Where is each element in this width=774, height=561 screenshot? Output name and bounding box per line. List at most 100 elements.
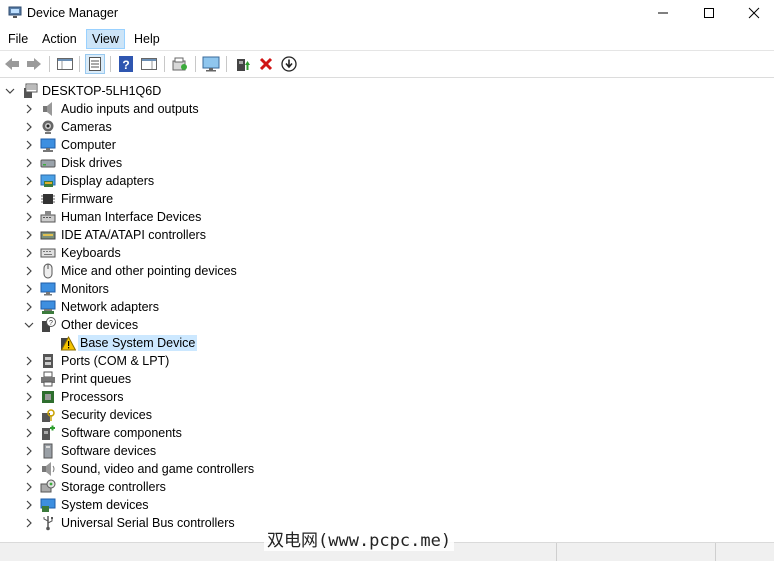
menu-bar: File Action View Help bbox=[0, 27, 774, 51]
device-list-icon[interactable] bbox=[85, 54, 105, 74]
hid-icon bbox=[40, 209, 56, 225]
computer-root-icon bbox=[22, 83, 38, 99]
download-icon[interactable] bbox=[279, 54, 299, 74]
chevron-right-icon[interactable] bbox=[23, 193, 35, 205]
toolbar: ? bbox=[0, 51, 774, 78]
window-title: Device Manager bbox=[27, 6, 119, 20]
tree-category[interactable]: Monitors bbox=[0, 280, 774, 298]
minimize-button[interactable] bbox=[640, 0, 686, 26]
menu-help[interactable]: Help bbox=[129, 30, 165, 48]
chevron-right-icon[interactable] bbox=[23, 283, 35, 295]
tree-category[interactable]: Storage controllers bbox=[0, 478, 774, 496]
monitor-icon bbox=[40, 281, 56, 297]
chevron-right-icon[interactable] bbox=[23, 301, 35, 313]
menu-view[interactable]: View bbox=[86, 29, 125, 49]
back-icon[interactable] bbox=[2, 54, 22, 74]
scan-hardware-icon[interactable] bbox=[170, 54, 190, 74]
tree-category[interactable]: Display adapters bbox=[0, 172, 774, 190]
tree-category-label: Universal Serial Bus controllers bbox=[61, 516, 235, 530]
chevron-right-icon[interactable] bbox=[23, 175, 35, 187]
properties-pane-icon[interactable] bbox=[55, 54, 75, 74]
warning-device-icon bbox=[60, 335, 76, 351]
speaker-icon bbox=[40, 101, 56, 117]
update-driver-icon[interactable] bbox=[233, 54, 253, 74]
tree-category[interactable]: Network adapters bbox=[0, 298, 774, 316]
chevron-right-icon[interactable] bbox=[23, 445, 35, 457]
unknown-device-icon: ? bbox=[40, 317, 56, 333]
chevron-right-icon[interactable] bbox=[23, 391, 35, 403]
tree-category-label: Sound, video and game controllers bbox=[61, 462, 255, 476]
tree-category[interactable]: Cameras bbox=[0, 118, 774, 136]
storage-icon bbox=[40, 479, 56, 495]
chevron-right-icon[interactable] bbox=[23, 373, 35, 385]
chevron-right-icon[interactable] bbox=[23, 247, 35, 259]
menu-action[interactable]: Action bbox=[37, 30, 82, 48]
watermark-text: 双电网(www.pcpc.me) bbox=[264, 526, 455, 551]
tree-category[interactable]: Mice and other pointing devices bbox=[0, 262, 774, 280]
tree-category[interactable]: Sound, video and game controllers bbox=[0, 460, 774, 478]
keyboard-icon bbox=[40, 245, 56, 261]
tree-category[interactable]: System devices bbox=[0, 496, 774, 514]
chevron-right-icon[interactable] bbox=[23, 211, 35, 223]
tree-category-label: IDE ATA/ATAPI controllers bbox=[61, 228, 206, 242]
tree-category[interactable]: ? Other devices bbox=[0, 316, 774, 334]
tree-root[interactable]: DESKTOP-5LH1Q6D bbox=[0, 82, 774, 100]
tree-category-label: Software devices bbox=[61, 444, 157, 458]
status-bar-divider bbox=[556, 543, 557, 561]
tree-device[interactable]: Base System Device bbox=[0, 334, 774, 352]
action-pane-icon[interactable] bbox=[139, 54, 159, 74]
tree-category[interactable]: Keyboards bbox=[0, 244, 774, 262]
chevron-right-icon[interactable] bbox=[23, 355, 35, 367]
tree-category[interactable]: Firmware bbox=[0, 190, 774, 208]
tree-category[interactable]: Computer bbox=[0, 136, 774, 154]
forward-icon[interactable] bbox=[24, 54, 44, 74]
mouse-icon bbox=[40, 263, 56, 279]
tree-category-label: Software components bbox=[61, 426, 182, 440]
software-component-icon bbox=[40, 425, 56, 441]
chevron-right-icon[interactable] bbox=[23, 157, 35, 169]
chevron-right-icon[interactable] bbox=[23, 229, 35, 241]
help-icon[interactable]: ? bbox=[116, 54, 136, 74]
chevron-right-icon[interactable] bbox=[23, 103, 35, 115]
menu-file[interactable]: File bbox=[3, 30, 33, 48]
tree-category[interactable]: Audio inputs and outputs bbox=[0, 100, 774, 118]
svg-text:?: ? bbox=[49, 320, 53, 327]
monitor-icon[interactable] bbox=[201, 54, 221, 74]
status-bar-divider bbox=[715, 543, 716, 561]
chevron-down-icon[interactable] bbox=[4, 85, 16, 97]
close-button[interactable] bbox=[731, 0, 774, 26]
tree-category-label: Network adapters bbox=[61, 300, 159, 314]
tree-category[interactable]: Software devices bbox=[0, 442, 774, 460]
chevron-right-icon[interactable] bbox=[23, 121, 35, 133]
toolbar-separator bbox=[164, 56, 165, 72]
tree-category[interactable]: Processors bbox=[0, 388, 774, 406]
toolbar-separator bbox=[79, 56, 80, 72]
system-icon bbox=[40, 497, 56, 513]
chevron-down-icon[interactable] bbox=[23, 319, 35, 331]
security-icon bbox=[40, 407, 56, 423]
chevron-right-icon[interactable] bbox=[23, 499, 35, 511]
tree-category-label: System devices bbox=[61, 498, 149, 512]
chevron-right-icon[interactable] bbox=[23, 265, 35, 277]
chevron-right-icon[interactable] bbox=[23, 139, 35, 151]
tree-category[interactable]: Print queues bbox=[0, 370, 774, 388]
uninstall-icon[interactable] bbox=[256, 54, 276, 74]
tree-category[interactable]: Ports (COM & LPT) bbox=[0, 352, 774, 370]
tree-category[interactable]: Disk drives bbox=[0, 154, 774, 172]
chevron-right-icon[interactable] bbox=[23, 463, 35, 475]
device-tree[interactable]: DESKTOP-5LH1Q6D Audio inputs and outputs C… bbox=[0, 80, 774, 542]
chevron-right-icon[interactable] bbox=[23, 517, 35, 529]
processor-icon bbox=[40, 389, 56, 405]
tree-category[interactable]: IDE ATA/ATAPI controllers bbox=[0, 226, 774, 244]
tree-category[interactable]: Software components bbox=[0, 424, 774, 442]
maximize-button[interactable] bbox=[686, 0, 732, 26]
tree-category[interactable]: Human Interface Devices bbox=[0, 208, 774, 226]
tree-category-label: Display adapters bbox=[61, 174, 155, 188]
printer-icon bbox=[40, 371, 56, 387]
camera-icon bbox=[40, 119, 56, 135]
chevron-right-icon[interactable] bbox=[23, 481, 35, 493]
chevron-right-icon[interactable] bbox=[23, 409, 35, 421]
chevron-right-icon[interactable] bbox=[23, 427, 35, 439]
computer-icon bbox=[40, 137, 56, 153]
tree-category[interactable]: Security devices bbox=[0, 406, 774, 424]
